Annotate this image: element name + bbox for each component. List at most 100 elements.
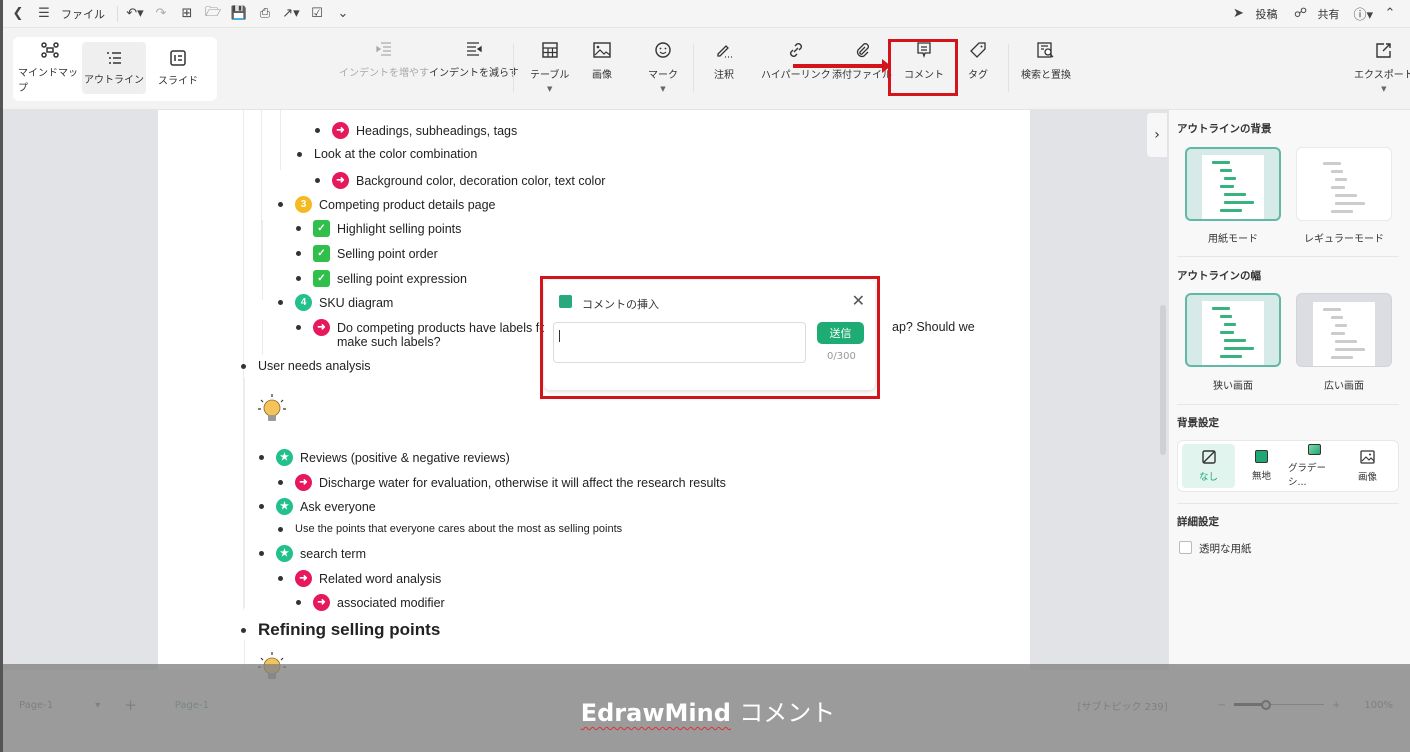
- mark-button[interactable]: マーク ▼: [648, 42, 678, 93]
- transparent-paper-checkbox[interactable]: [1179, 541, 1192, 554]
- button-label: インデントを増やす: [339, 68, 429, 79]
- pencil-note-icon: [717, 45, 732, 58]
- thumbnail-preview: [1313, 302, 1375, 366]
- wide-width-option[interactable]: [1296, 293, 1392, 367]
- option-label: 用紙モード: [1208, 234, 1258, 245]
- indent-decrease-button[interactable]: インデントを減らす: [429, 42, 519, 79]
- outline-item[interactable]: User needs analysis: [241, 359, 371, 373]
- button-label: インデントを減らす: [429, 68, 519, 79]
- outline-item[interactable]: ★ Ask everyone: [259, 498, 376, 515]
- caption-subtitle: コメント: [739, 699, 836, 727]
- regular-mode-option[interactable]: [1296, 147, 1392, 221]
- image-button[interactable]: 画像: [592, 42, 612, 81]
- undo-icon[interactable]: ↶▾: [126, 4, 144, 24]
- item-text: Competing product details page: [319, 197, 496, 212]
- item-text: Do competing products have labels fo: [337, 320, 547, 335]
- export-icon: [1376, 43, 1391, 58]
- new-file-icon[interactable]: ⊞: [178, 4, 196, 24]
- paper-mode-option[interactable]: [1185, 147, 1281, 221]
- bg-option-solid[interactable]: 無地: [1235, 444, 1288, 488]
- item-text: Background color, decoration color, text…: [356, 173, 606, 188]
- bg-option-gradient[interactable]: グラデーシ...: [1288, 444, 1341, 488]
- post-button[interactable]: 投稿: [1255, 6, 1277, 22]
- arrow-marker-icon: ➜: [295, 570, 312, 587]
- section-heading: アウトラインの幅: [1177, 270, 1261, 282]
- dialog-highlight-box: [540, 276, 880, 399]
- outline-item[interactable]: ★ search term: [259, 545, 366, 562]
- outline-item[interactable]: 4 SKU diagram: [278, 294, 393, 311]
- narrow-width-option[interactable]: [1185, 293, 1281, 367]
- item-text: make such labels?: [337, 335, 441, 349]
- checklist-icon[interactable]: ☑: [308, 4, 326, 24]
- table-icon: [542, 42, 558, 58]
- bg-option-image[interactable]: 画像: [1341, 444, 1394, 488]
- item-text: Use the points that everyone cares about…: [295, 523, 623, 535]
- save-icon[interactable]: 💾: [230, 4, 248, 24]
- outline-item[interactable]: 3 Competing product details page: [278, 196, 496, 213]
- outline-item[interactable]: ✓ selling point expression: [296, 270, 467, 287]
- check-marker-icon: ✓: [313, 220, 330, 237]
- outline-item-continuation[interactable]: make such labels?: [337, 335, 441, 349]
- outline-item[interactable]: ➜ Headings, subheadings, tags: [315, 122, 517, 139]
- star-marker-icon: ★: [276, 498, 293, 515]
- outline-item[interactable]: ✓ Selling point order: [296, 245, 438, 262]
- help-icon[interactable]: ⓘ▾: [1353, 4, 1373, 24]
- outline-item[interactable]: ★ Reviews (positive & negative reviews): [259, 449, 510, 466]
- export-button[interactable]: エクスポート ▼: [1354, 42, 1410, 93]
- outline-item[interactable]: Look at the color combination: [297, 147, 477, 161]
- outline-topic-heading[interactable]: Refining selling points: [241, 620, 440, 640]
- send-icon[interactable]: ➤: [1229, 4, 1247, 24]
- menu-icon[interactable]: ☰: [35, 4, 53, 24]
- button-label: エクスポート: [1354, 70, 1410, 81]
- chevron-right-icon: ›: [1154, 127, 1160, 143]
- note-button[interactable]: 注釈: [714, 42, 734, 81]
- find-replace-button[interactable]: 検索と置換: [1021, 42, 1071, 81]
- share-icon[interactable]: ☍: [1291, 4, 1309, 24]
- share-button[interactable]: 共有: [1317, 6, 1339, 22]
- item-text: User needs analysis: [258, 359, 371, 373]
- panel-collapse-toggle[interactable]: ›: [1147, 113, 1167, 157]
- collapse-ribbon-icon[interactable]: ⌃: [1381, 4, 1399, 24]
- divider: [1177, 404, 1399, 405]
- outline-icon: [107, 51, 121, 64]
- mark-smiley-icon: [655, 42, 671, 58]
- button-label: ハイパーリンク: [761, 70, 831, 81]
- indent-increase-button[interactable]: インデントを増やす: [339, 42, 429, 79]
- ribbon-toolbar: マインドマップ アウトライン スライド インデントを増やす インデントを減らす …: [3, 28, 1410, 110]
- outline-item[interactable]: ➜ Background color, decoration color, tex…: [315, 172, 605, 189]
- outline-guide: [244, 378, 245, 608]
- view-mode-mindmap[interactable]: マインドマップ: [18, 42, 82, 94]
- hyperlink-button[interactable]: ハイパーリンク: [761, 42, 831, 81]
- table-button[interactable]: テーブル ▼: [530, 42, 569, 93]
- divider: [1177, 256, 1399, 257]
- back-icon[interactable]: ❮: [9, 4, 27, 24]
- outline-item-continuation[interactable]: ap? Should we: [892, 320, 975, 334]
- outline-item[interactable]: ➜ associated modifier: [296, 594, 445, 611]
- redo-icon[interactable]: ↷: [152, 4, 170, 24]
- outline-item[interactable]: ➜ Related word analysis: [278, 570, 441, 587]
- vertical-scrollbar[interactable]: [1160, 305, 1166, 455]
- outline-guide: [262, 220, 263, 300]
- bg-option-none[interactable]: なし: [1182, 444, 1235, 488]
- checkbox-label: 透明な用紙: [1199, 543, 1252, 555]
- more-chevron-icon[interactable]: ⌄: [334, 4, 352, 24]
- view-mode-outline[interactable]: アウトライン: [82, 42, 146, 94]
- item-text: Refining selling points: [258, 620, 441, 639]
- open-folder-icon[interactable]: 🗁: [204, 4, 222, 24]
- outline-item[interactable]: ✓ Highlight selling points: [296, 220, 461, 237]
- tag-button[interactable]: タグ: [968, 42, 988, 81]
- star-marker-icon: ★: [276, 449, 293, 466]
- button-label: 注釈: [714, 70, 734, 81]
- number-3-marker-icon: 3: [295, 196, 312, 213]
- outline-item[interactable]: ➜ Do competing products have labels fo: [296, 319, 546, 336]
- file-menu[interactable]: ファイル: [61, 6, 105, 22]
- outline-item[interactable]: Use the points that everyone cares about…: [278, 523, 622, 535]
- star-marker-icon: ★: [276, 545, 293, 562]
- print-icon[interactable]: ⎙: [256, 4, 274, 24]
- export-quick-icon[interactable]: ↗▾: [282, 4, 300, 24]
- option-label: なし: [1198, 471, 1218, 483]
- arrow-marker-icon: ➜: [332, 172, 349, 189]
- view-mode-slide[interactable]: スライド: [146, 42, 210, 94]
- outline-item[interactable]: ➜ Discharge water for evaluation, otherwi…: [278, 474, 726, 491]
- mindmap-icon: [41, 42, 59, 58]
